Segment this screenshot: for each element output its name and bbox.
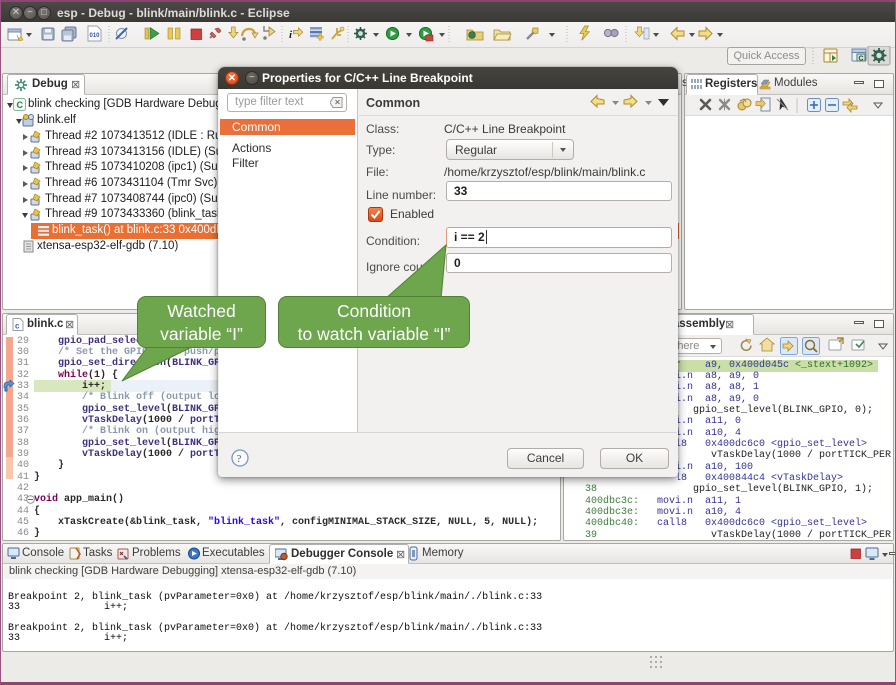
svg-text:?: ? <box>237 453 242 465</box>
